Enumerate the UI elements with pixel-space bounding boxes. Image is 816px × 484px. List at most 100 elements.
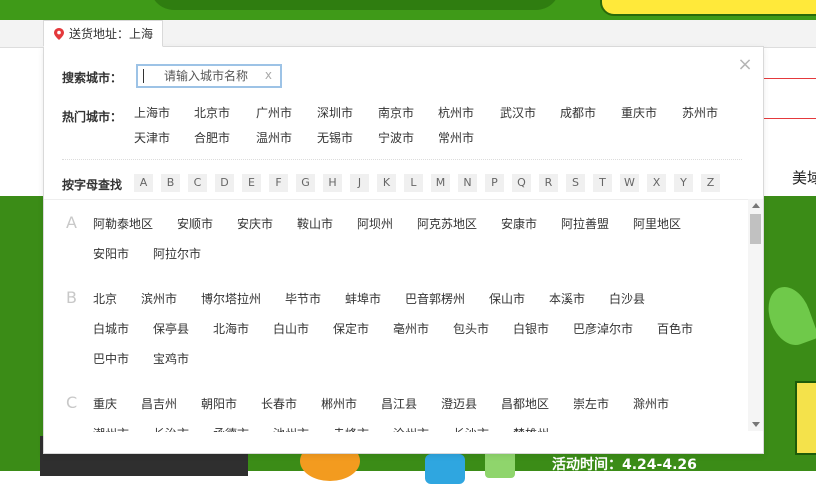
hot-city-link[interactable]: 上海市	[134, 104, 170, 121]
city-link[interactable]: 沧州市	[393, 425, 429, 432]
letter-index-g[interactable]: G	[296, 174, 315, 192]
city-link[interactable]: 安康市	[501, 215, 537, 232]
letter-index-t[interactable]: T	[593, 174, 612, 192]
hot-city-link[interactable]: 杭州市	[438, 104, 474, 121]
city-link[interactable]: 池州市	[273, 425, 309, 432]
city-link[interactable]: 阿坝州	[357, 215, 393, 232]
hot-city-link[interactable]: 天津市	[134, 129, 170, 146]
city-link[interactable]: 长治市	[153, 425, 189, 432]
city-link[interactable]: 重庆	[93, 395, 117, 412]
city-list-scroll-region[interactable]: A 阿勒泰地区 安顺市 安庆市 鞍山市 阿坝州 阿克苏地区 安康市 阿拉善盟 阿里地区 安阳市 阿拉尔…	[44, 199, 763, 432]
letter-index-w[interactable]: W	[620, 174, 639, 192]
letter-index-a[interactable]: A	[134, 174, 153, 192]
city-link[interactable]: 长沙市	[453, 425, 489, 432]
city-link[interactable]: 阿克苏地区	[417, 215, 477, 232]
letter-index-k[interactable]: K	[377, 174, 396, 192]
city-link[interactable]: 昌都地区	[501, 395, 549, 412]
city-link[interactable]: 宝鸡市	[153, 350, 189, 367]
hot-city-link[interactable]: 北京市	[194, 104, 230, 121]
letter-index-c[interactable]: C	[188, 174, 207, 192]
city-link[interactable]: 白银市	[513, 320, 549, 337]
city-link[interactable]: 承德市	[213, 425, 249, 432]
city-link[interactable]: 本溪市	[549, 290, 585, 307]
city-link[interactable]: 滨州市	[141, 290, 177, 307]
city-link[interactable]: 澄迈县	[441, 395, 477, 412]
city-link[interactable]: 巴音郭楞州	[405, 290, 465, 307]
city-link[interactable]: 保亭县	[153, 320, 189, 337]
close-icon[interactable]: ×	[737, 56, 753, 74]
scrollbar[interactable]	[748, 199, 763, 431]
city-link[interactable]: 巴彦淖尔市	[573, 320, 633, 337]
letter-index-h[interactable]: H	[323, 174, 342, 192]
letter-index-y[interactable]: Y	[674, 174, 693, 192]
delivery-location-tab[interactable]: 送货地址： 上海	[43, 20, 163, 47]
hot-city-link[interactable]: 苏州市	[682, 104, 718, 121]
scroll-up-arrow-icon[interactable]	[752, 203, 760, 208]
city-link[interactable]: 朝阳市	[201, 395, 237, 412]
city-link[interactable]: 保定市	[333, 320, 369, 337]
city-link[interactable]: 阿里地区	[633, 215, 681, 232]
city-link[interactable]: 崇左市	[573, 395, 609, 412]
city-link[interactable]: 蚌埠市	[345, 290, 381, 307]
city-link[interactable]: 包头市	[453, 320, 489, 337]
city-link[interactable]: 博尔塔拉州	[201, 290, 261, 307]
letter-index-e[interactable]: E	[242, 174, 261, 192]
hot-city-link[interactable]: 重庆市	[621, 104, 657, 121]
city-link[interactable]: 郴州市	[321, 395, 357, 412]
letter-index-f[interactable]: F	[269, 174, 288, 192]
city-link[interactable]: 北京	[93, 290, 117, 307]
city-link[interactable]: 白沙县	[609, 290, 645, 307]
hot-city-link[interactable]: 广州市	[256, 104, 292, 121]
city-link[interactable]: 北海市	[213, 320, 249, 337]
clear-input-icon[interactable]: x	[265, 68, 272, 82]
city-link[interactable]: 楚雄州	[513, 425, 549, 432]
city-link[interactable]: 阿勒泰地区	[93, 215, 153, 232]
search-city-input[interactable]	[138, 66, 274, 86]
city-link[interactable]: 百色市	[657, 320, 693, 337]
city-link[interactable]: 赤峰市	[333, 425, 369, 432]
letter-index-l[interactable]: L	[404, 174, 423, 192]
letter-index-j[interactable]: J	[350, 174, 369, 192]
letter-index-n[interactable]: N	[458, 174, 477, 192]
letter-index-p[interactable]: P	[485, 174, 504, 192]
city-link[interactable]: 白山市	[273, 320, 309, 337]
city-link[interactable]: 安阳市	[93, 245, 129, 262]
letter-index-q[interactable]: Q	[512, 174, 531, 192]
scrollbar-thumb[interactable]	[750, 214, 761, 244]
hot-city-link[interactable]: 温州市	[256, 129, 292, 146]
letter-index-b[interactable]: B	[161, 174, 180, 192]
city-link[interactable]: 鞍山市	[297, 215, 333, 232]
city-link[interactable]: 长春市	[261, 395, 297, 412]
city-link[interactable]: 安顺市	[177, 215, 213, 232]
hot-city-link[interactable]: 常州市	[438, 129, 474, 146]
hot-city-link[interactable]: 南京市	[378, 104, 414, 121]
letter-index-x[interactable]: X	[647, 174, 666, 192]
nav-link-partial[interactable]: 美域	[792, 167, 816, 188]
hot-city-link[interactable]: 成都市	[560, 104, 596, 121]
city-link[interactable]: 毕节市	[285, 290, 321, 307]
hot-city-link[interactable]: 宁波市	[378, 129, 414, 146]
city-link[interactable]: 潮州市	[93, 425, 129, 432]
city-link[interactable]: 昌吉州	[141, 395, 177, 412]
scroll-down-arrow-icon[interactable]	[752, 422, 760, 427]
city-link[interactable]: 亳州市	[393, 320, 429, 337]
city-link[interactable]: 阿拉尔市	[153, 245, 201, 262]
hot-city-link[interactable]: 深圳市	[317, 104, 353, 121]
letter-index-s[interactable]: S	[566, 174, 585, 192]
letter-index-z[interactable]: Z	[701, 174, 720, 192]
letter-index-r[interactable]: R	[539, 174, 558, 192]
city-link[interactable]: 昌江县	[381, 395, 417, 412]
city-link[interactable]: 保山市	[489, 290, 525, 307]
hot-city-link[interactable]: 合肥市	[194, 129, 230, 146]
city-link[interactable]: 巴中市	[93, 350, 129, 367]
hot-city-link[interactable]: 无锡市	[317, 129, 353, 146]
city-link[interactable]: 安庆市	[237, 215, 273, 232]
letter-index-m[interactable]: M	[431, 174, 450, 192]
city-link[interactable]: 滁州市	[633, 395, 669, 412]
city-link[interactable]: 阿拉善盟	[561, 215, 609, 232]
city-link[interactable]: 白城市	[93, 320, 129, 337]
letter-index-d[interactable]: D	[215, 174, 234, 192]
hot-city-link[interactable]: 武汉市	[500, 104, 536, 121]
search-city-field[interactable]: x	[136, 64, 282, 88]
banner-yellow-button[interactable]	[600, 0, 816, 16]
